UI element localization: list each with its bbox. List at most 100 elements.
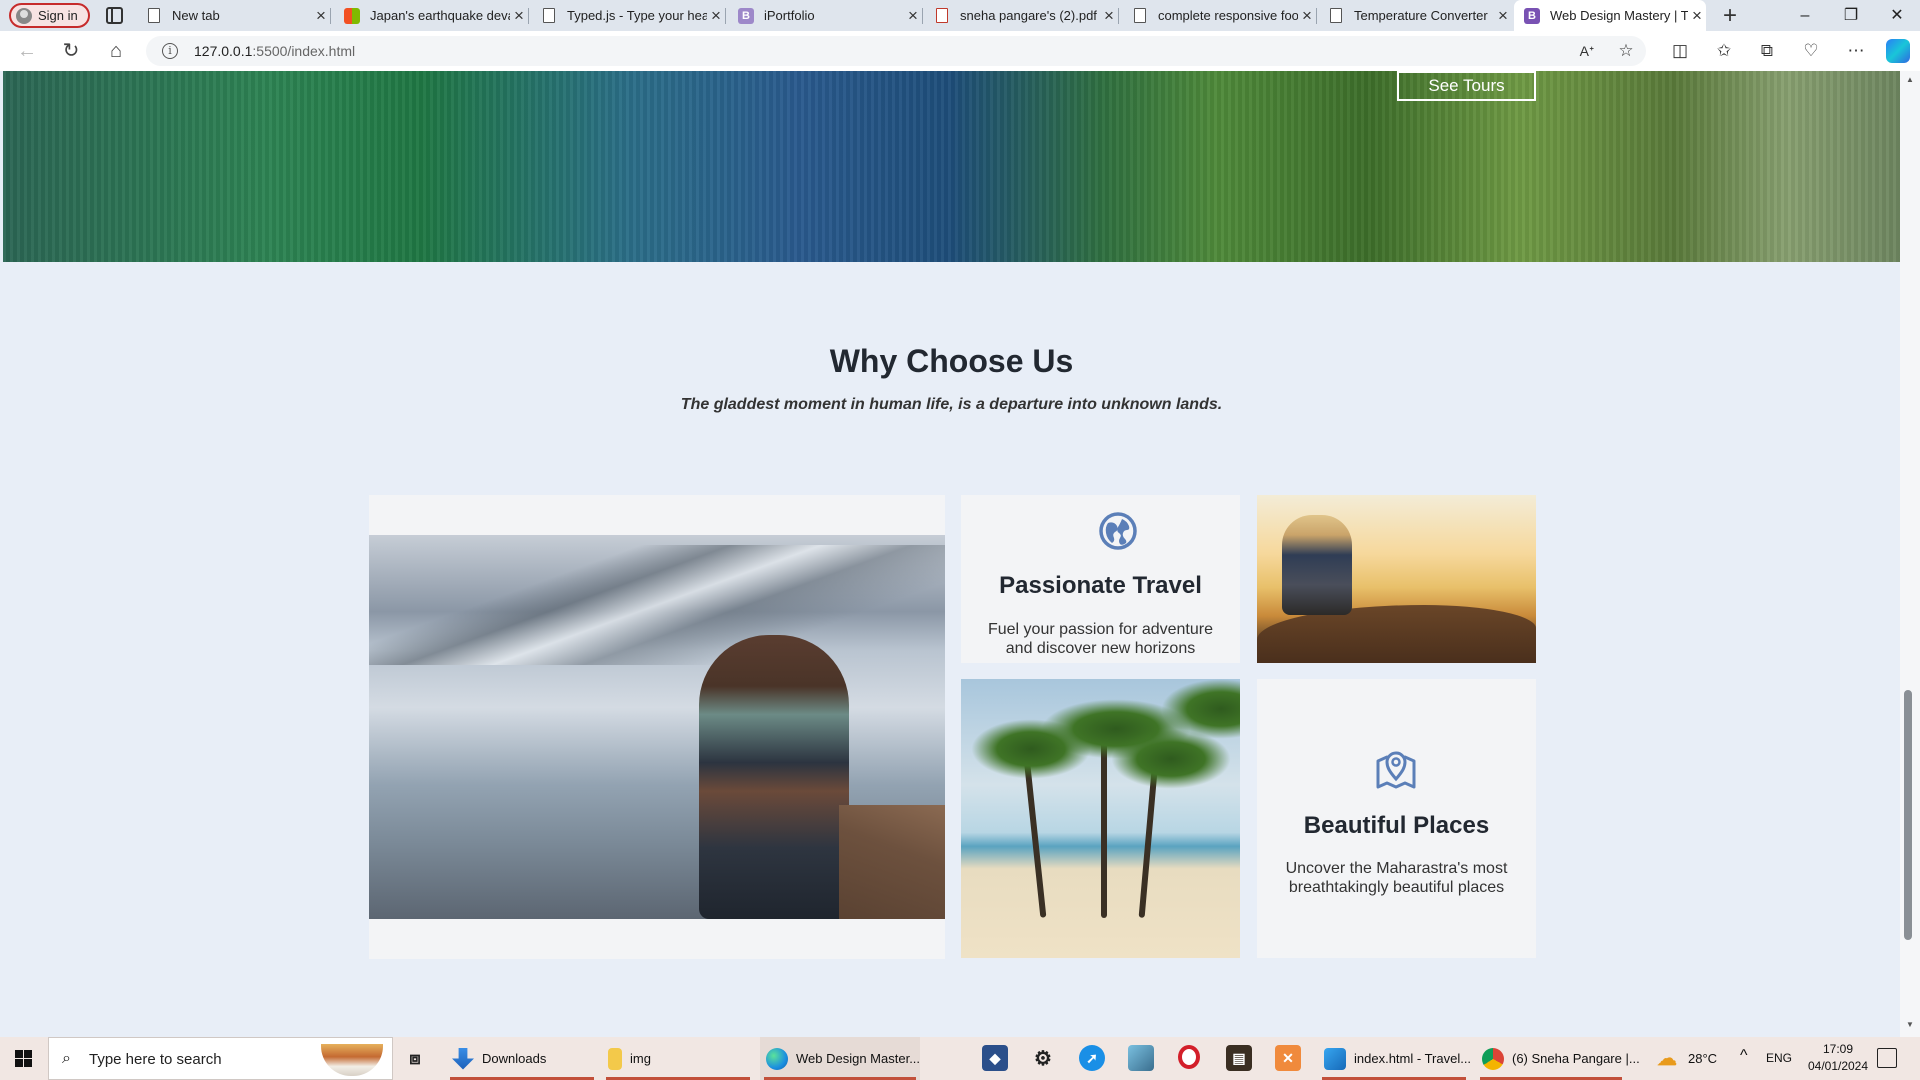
- scroll-down-arrow-icon[interactable]: ▼: [1905, 1020, 1915, 1030]
- scroll-up-arrow-icon[interactable]: ▲: [1905, 75, 1915, 85]
- tab-title: Japan's earthquake deva: [370, 8, 510, 23]
- close-window-button[interactable]: ✕: [1874, 0, 1920, 31]
- browser-essentials-icon[interactable]: ♡: [1795, 36, 1827, 66]
- collections-icon[interactable]: ⧉: [1751, 36, 1783, 66]
- tab-responsive-footer[interactable]: complete responsive foo ×: [1132, 0, 1317, 31]
- bootstrap-icon: B: [738, 7, 754, 24]
- folder-icon: [608, 1047, 622, 1070]
- favorites-icon[interactable]: ✩: [1708, 36, 1740, 66]
- tab-title: Typed.js - Type your hea: [567, 8, 707, 23]
- more-options-icon[interactable]: ⋯: [1840, 36, 1872, 66]
- clock-time: 17:09: [1822, 1042, 1854, 1056]
- taskbar-app-label: img: [630, 1051, 651, 1066]
- card-text: Fuel your passion for adventure and disc…: [987, 621, 1213, 657]
- tab-actions-icon[interactable]: [106, 7, 123, 24]
- show-hidden-icons-chevron-icon[interactable]: ^: [1740, 1047, 1748, 1065]
- favorite-star-icon[interactable]: ☆: [1610, 36, 1642, 66]
- taskbar-app-edge[interactable]: Web Design Master...: [760, 1037, 920, 1080]
- tab-new-tab[interactable]: New tab ×: [146, 0, 331, 31]
- globe-icon: [1099, 512, 1137, 550]
- home-button[interactable]: ⌂: [100, 37, 132, 65]
- app-icon-dark[interactable]: ◆: [982, 1045, 1008, 1071]
- tab-pdf[interactable]: sneha pangare's (2).pdf ×: [934, 0, 1119, 31]
- see-tours-button[interactable]: See Tours: [1397, 71, 1536, 101]
- settings-gear-icon[interactable]: ⚙: [1030, 1045, 1056, 1071]
- feature-card-beautiful-places: Beautiful Places Uncover the Maharastra'…: [1257, 679, 1536, 958]
- taskbar-app-label: Downloads: [482, 1051, 547, 1066]
- tab-typedjs[interactable]: Typed.js - Type your hea ×: [541, 0, 726, 31]
- palm-beach-image: [961, 679, 1240, 958]
- taskbar-app-label: (6) Sneha Pangare |...: [1512, 1051, 1640, 1066]
- page-icon: [1330, 8, 1342, 23]
- copilot-icon[interactable]: [1886, 39, 1910, 63]
- vscode-icon: [1324, 1047, 1346, 1070]
- split-screen-icon[interactable]: ◫: [1664, 36, 1696, 66]
- xampp-icon[interactable]: ✕: [1275, 1045, 1301, 1071]
- hero-banner-image: [3, 71, 1900, 262]
- windows-taskbar: ⌕ Type here to search ⧈ Downloads img We…: [0, 1037, 1920, 1080]
- weather-temperature[interactable]: 28°C: [1688, 1051, 1717, 1066]
- store-bag-icon[interactable]: ▤: [1226, 1045, 1252, 1071]
- map-pin-icon: [1376, 751, 1416, 789]
- site-info-icon[interactable]: i: [162, 43, 178, 59]
- back-button[interactable]: ←: [11, 37, 43, 65]
- sign-in-button[interactable]: Sign in: [9, 3, 90, 28]
- taskbar-app-vscode[interactable]: index.html - Travel...: [1318, 1037, 1472, 1080]
- refresh-button[interactable]: ↻: [55, 37, 87, 65]
- close-tab-icon[interactable]: ×: [707, 6, 725, 26]
- clock-date: 04/01/2024: [1807, 1059, 1869, 1073]
- notification-center-icon[interactable]: [1877, 1048, 1897, 1068]
- new-tab-button[interactable]: +: [1716, 2, 1744, 30]
- bootstrap-icon: B: [1524, 7, 1540, 24]
- search-highlight-icon[interactable]: [321, 1044, 383, 1076]
- close-tab-icon[interactable]: ×: [312, 6, 330, 26]
- section-subtitle: The gladdest moment in human life, is a …: [680, 396, 1223, 413]
- tab-title: complete responsive foo: [1158, 8, 1298, 23]
- taskbar-clock[interactable]: 17:09 04/01/2024: [1806, 1041, 1870, 1075]
- compass-icon[interactable]: ➚: [1079, 1045, 1105, 1071]
- taskbar-search-box[interactable]: ⌕ Type here to search: [48, 1037, 393, 1080]
- taskbar-app-img-folder[interactable]: img: [602, 1037, 754, 1080]
- web-page: See Tours Why Choose Us The gladdest mom…: [3, 71, 1900, 1037]
- page-icon: [148, 8, 160, 23]
- close-tab-icon[interactable]: ×: [1494, 6, 1512, 26]
- scrollbar-thumb[interactable]: [1904, 690, 1912, 940]
- browser-tab-strip: Sign in New tab × Japan's earthquake dev…: [0, 0, 1920, 31]
- app-icon-blue[interactable]: [1128, 1045, 1154, 1071]
- close-tab-icon[interactable]: ×: [904, 6, 922, 26]
- minimize-button[interactable]: –: [1782, 0, 1828, 31]
- tab-iportfolio[interactable]: B iPortfolio ×: [738, 0, 923, 31]
- edge-browser-icon: [766, 1047, 788, 1070]
- tab-title: Temperature Converter: [1354, 8, 1488, 23]
- opera-icon[interactable]: [1178, 1045, 1200, 1069]
- close-tab-icon[interactable]: ×: [1688, 6, 1706, 26]
- page-icon: [1134, 8, 1146, 23]
- close-tab-icon[interactable]: ×: [1100, 6, 1118, 26]
- tab-japan-earthquake[interactable]: Japan's earthquake deva ×: [344, 0, 529, 31]
- tab-temperature-converter[interactable]: Temperature Converter ×: [1328, 0, 1512, 31]
- taskbar-app-chrome[interactable]: (6) Sneha Pangare |...: [1476, 1037, 1640, 1080]
- taskbar-app-label: index.html - Travel...: [1354, 1051, 1472, 1066]
- browser-toolbar: ← ↻ ⌂ i 127.0.0.1:5500/index.html Aᐩ ☆ ◫…: [0, 31, 1920, 71]
- url-text[interactable]: 127.0.0.1:5500/index.html: [194, 43, 355, 59]
- start-button[interactable]: [0, 1037, 48, 1080]
- task-view-icon[interactable]: ⧈: [402, 1045, 428, 1071]
- taskbar-app-label: Web Design Master...: [796, 1051, 921, 1066]
- search-placeholder: Type here to search: [89, 1051, 222, 1068]
- profile-avatar-icon: [16, 7, 32, 24]
- search-icon: ⌕: [62, 1050, 71, 1067]
- news-site-icon: [344, 7, 360, 24]
- taskbar-app-downloads[interactable]: Downloads: [446, 1037, 598, 1080]
- address-bar[interactable]: i 127.0.0.1:5500/index.html: [146, 36, 1646, 66]
- traveler-lake-image: [369, 535, 945, 919]
- tab-title: Web Design Mastery | Tr: [1550, 8, 1688, 23]
- page-icon: [543, 8, 555, 23]
- input-language[interactable]: ENG: [1766, 1051, 1792, 1065]
- read-aloud-icon[interactable]: Aᐩ: [1571, 36, 1603, 66]
- restore-button[interactable]: ❐: [1828, 0, 1874, 31]
- tab-web-design-mastery[interactable]: B Web Design Mastery | Tr ×: [1514, 0, 1706, 31]
- close-tab-icon[interactable]: ×: [1298, 6, 1316, 26]
- close-tab-icon[interactable]: ×: [510, 6, 528, 26]
- pdf-icon: [936, 8, 948, 23]
- weather-icon[interactable]: ☁: [1654, 1045, 1680, 1071]
